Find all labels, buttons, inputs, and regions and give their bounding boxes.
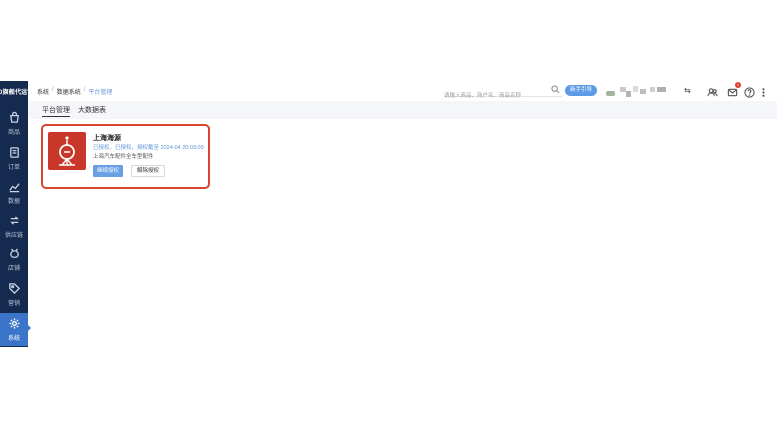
shop-selector[interactable]	[606, 83, 668, 99]
shop-name-redacted	[640, 89, 646, 94]
notification-badge: 1	[735, 82, 741, 88]
sidebar-item-label: 数据	[7, 199, 20, 205]
sidebar-item-store[interactable]: 店铺	[0, 243, 28, 276]
guide-button[interactable]: 新手引导	[565, 85, 598, 96]
shop-name-redacted	[633, 86, 638, 92]
sidebar-item-system[interactable]: 系统	[0, 313, 31, 346]
order-icon	[9, 147, 19, 158]
shop-name-redacted	[657, 87, 666, 92]
platform-title: 上海海源	[93, 135, 121, 142]
breadcrumb-item-data-system[interactable]: 数据系统	[57, 87, 81, 96]
supply-chain-icon	[9, 216, 19, 225]
top-bar: 系统 / 数据系统 / 平台管理 新手引导 ⇆ 1	[28, 81, 777, 102]
platform-logo	[48, 132, 86, 170]
search-icon[interactable]	[551, 85, 560, 94]
tab-big-data[interactable]: 大数据表	[78, 105, 106, 115]
sidebar-item-label: 商品	[7, 130, 20, 136]
shop-name-redacted	[626, 91, 631, 97]
brand-logo-icon	[59, 136, 75, 166]
sidebar-item-orders[interactable]: 订单	[0, 142, 28, 175]
breadcrumb: 系统 / 数据系统 / 平台管理	[37, 87, 112, 96]
users-icon[interactable]	[707, 85, 718, 97]
shop-name-redacted	[650, 87, 655, 92]
store-icon	[9, 248, 19, 258]
gear-icon	[8, 318, 20, 329]
revoke-authorization-button[interactable]: 解除授权	[131, 165, 166, 177]
breadcrumb-item-current: 平台管理	[88, 90, 113, 96]
tab-bar: 平台管理 大数据表	[28, 101, 777, 119]
help-icon[interactable]	[744, 85, 755, 98]
sidebar-item-label: 系统	[7, 336, 20, 342]
bag-icon	[9, 111, 19, 123]
platform-description: 上海汽车配件全车型配件	[93, 154, 154, 160]
sidebar-item-marketing[interactable]: 营销	[0, 278, 28, 311]
search-box	[444, 84, 562, 102]
breadcrumb-item-system[interactable]: 系统	[37, 87, 49, 96]
chart-icon	[8, 183, 20, 193]
tag-icon	[8, 283, 20, 295]
sidebar-item-label: 供应链	[4, 233, 23, 239]
breadcrumb-separator: /	[83, 87, 86, 93]
tab-platform-management[interactable]: 平台管理	[42, 105, 70, 117]
sidebar-item-label: 订单	[7, 165, 20, 171]
shop-avatar	[606, 91, 615, 96]
continue-authorization-button[interactable]: 继续授权	[93, 165, 124, 177]
sidebar-item-label: 店铺	[7, 266, 20, 272]
sidebar-item-label: 营销	[7, 301, 20, 307]
breadcrumb-separator: /	[52, 87, 54, 93]
platform-card: 上海海源 已授权，已授权，授权截至 2024-04 20:03:00 上海汽车配…	[41, 124, 210, 189]
sidebar-item-products[interactable]: 商品	[0, 107, 28, 140]
app-shell: JD旗舰代运营 商品 订单 数据 供应链 店铺 营销 系统	[0, 81, 777, 347]
authorization-status: 已授权，已授权，授权截至 2024-04 20:03:00	[93, 145, 204, 151]
more-menu-icon[interactable]	[758, 85, 769, 97]
app-logo: JD旗舰代运营	[0, 89, 28, 96]
sidebar-item-data[interactable]: 数据	[0, 176, 28, 209]
notification-icon[interactable]: 1	[727, 82, 741, 97]
switch-shop-icon[interactable]: ⇆	[684, 86, 691, 95]
sidebar: JD旗舰代运营 商品 订单 数据 供应链 店铺 营销 系统	[0, 81, 31, 347]
sidebar-item-supply-chain[interactable]: 供应链	[0, 210, 28, 243]
